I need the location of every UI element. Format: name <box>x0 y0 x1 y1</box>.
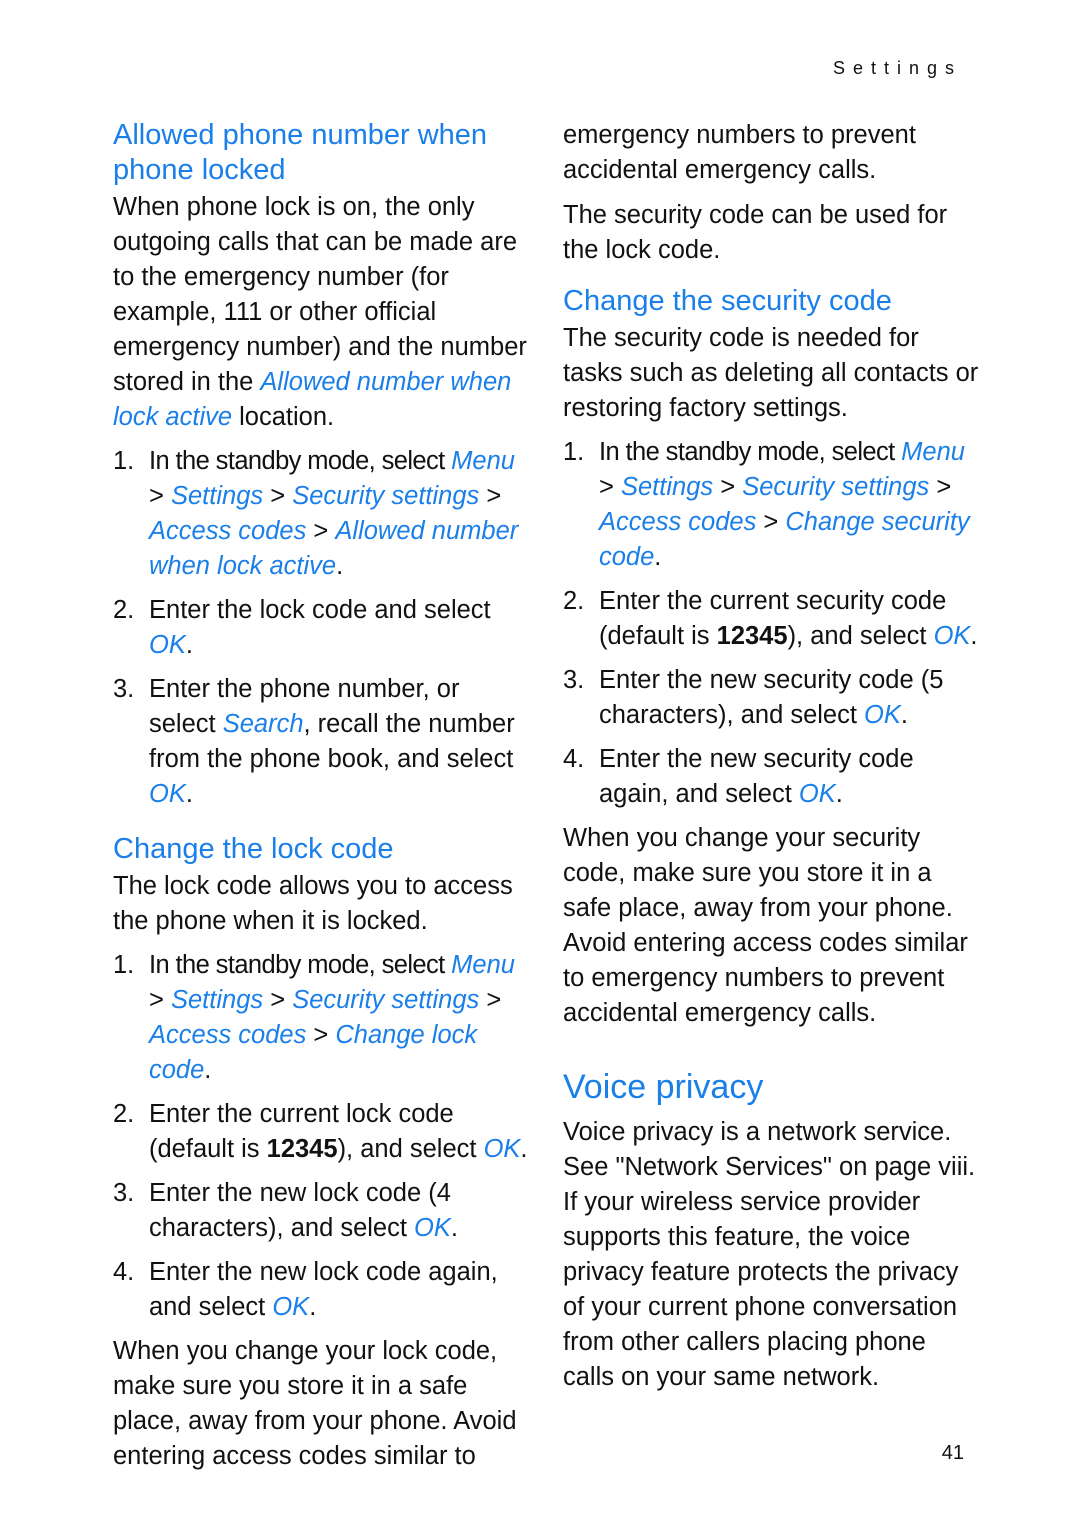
default-code: 12345 <box>266 1135 338 1163</box>
separator: > <box>756 508 786 536</box>
softkey-label: OK <box>798 780 836 808</box>
step: 4. Enter the new security code again, an… <box>563 742 983 812</box>
separator: > <box>306 1021 336 1049</box>
left-column: Allowed phone number when phone locked W… <box>113 118 533 1474</box>
menu-item: Settings <box>170 986 264 1014</box>
step-number: 2. <box>563 587 585 615</box>
lock-code-note: When you change your lock code, make sur… <box>113 1337 517 1470</box>
step: 4. Enter the new lock code again, and se… <box>113 1255 533 1325</box>
step-number: 3. <box>113 1179 135 1207</box>
separator: > <box>149 482 171 510</box>
menu-item: Security settings <box>292 986 480 1014</box>
continued-paragraph: emergency numbers to prevent accidental … <box>563 121 916 184</box>
menu-item: Access codes <box>149 517 307 545</box>
separator: > <box>263 482 293 510</box>
allowed-number-paragraph: When phone lock is on, the only outgoing… <box>113 190 533 435</box>
lock-code-intro: The lock code allows you to access the p… <box>113 872 513 935</box>
text: . <box>204 1056 212 1084</box>
text: In the standby mode, select <box>149 951 452 979</box>
text: . <box>185 780 193 808</box>
menu-item: Security settings <box>742 473 930 501</box>
separator: > <box>479 482 502 510</box>
text: In the standby mode, select <box>149 447 452 475</box>
step: 1. In the standby mode, select Menu > Se… <box>563 435 983 575</box>
lock-code-steps: 1. In the standby mode, select Menu > Se… <box>113 948 533 1325</box>
text: . <box>450 1214 458 1242</box>
section-heading-change-security-code: Change the security code <box>563 285 892 317</box>
menu-item: Settings <box>170 482 264 510</box>
section-heading-change-lock-code: Change the lock code <box>113 833 394 865</box>
menu-item: Menu <box>451 951 515 979</box>
text: In the standby mode, select <box>599 438 902 466</box>
text: ), and select <box>337 1135 484 1163</box>
softkey-label: OK <box>414 1214 451 1242</box>
security-code-intro: The security code is needed for tasks su… <box>563 324 979 422</box>
text: When phone lock is on, the only outgoing… <box>113 193 527 396</box>
step: 2. Enter the current lock code (default … <box>113 1097 533 1167</box>
softkey-label: OK <box>272 1293 310 1321</box>
step: 1. In the standby mode, select Menu > Se… <box>113 444 533 584</box>
step: 2. Enter the current security code (defa… <box>563 584 983 654</box>
step: 1. In the standby mode, select Menu > Se… <box>113 948 533 1088</box>
security-code-note: When you change your security code, make… <box>563 824 968 1027</box>
section-heading-voice-privacy: Voice privacy <box>563 1068 764 1106</box>
default-code: 12345 <box>716 622 788 650</box>
menu-item: Settings <box>620 473 714 501</box>
separator: > <box>713 473 743 501</box>
text: . <box>520 1135 528 1163</box>
separator: > <box>599 473 621 501</box>
menu-item: Access codes <box>149 1021 307 1049</box>
text: . <box>835 780 843 808</box>
step: 3. Enter the new security code (5 charac… <box>563 663 983 733</box>
text: location. <box>232 403 335 431</box>
separator: > <box>929 473 952 501</box>
section-heading-allowed-number: Allowed phone number when phone locked <box>113 119 488 186</box>
text: Enter the new lock code again, and selec… <box>149 1258 498 1321</box>
text: . <box>309 1293 317 1321</box>
step: 3. Enter the new lock code (4 characters… <box>113 1176 533 1246</box>
step-number: 4. <box>563 745 585 773</box>
separator: > <box>479 986 502 1014</box>
softkey-label: OK <box>864 701 901 729</box>
separator: > <box>149 986 171 1014</box>
text: . <box>970 622 978 650</box>
text: . <box>336 552 344 580</box>
menu-item: Access codes <box>599 508 757 536</box>
menu-item: Menu <box>901 438 965 466</box>
step-number: 3. <box>563 666 585 694</box>
step: 2. Enter the lock code and select OK. <box>113 593 533 663</box>
step-number: 1. <box>113 951 135 979</box>
text: . <box>900 701 908 729</box>
softkey-label: OK <box>149 631 186 659</box>
security-code-lock-paragraph: The security code can be used for the lo… <box>563 201 948 264</box>
text: Enter the new lock code (4 characters), … <box>149 1179 451 1242</box>
step-number: 1. <box>563 438 585 466</box>
softkey-label: OK <box>933 622 971 650</box>
separator: > <box>306 517 336 545</box>
text: ), and select <box>787 622 934 650</box>
page-number: 41 <box>941 1442 964 1464</box>
voice-privacy-body: Voice privacy is a network service. See … <box>563 1118 976 1391</box>
menu-item: Menu <box>451 447 515 475</box>
softkey-label: OK <box>483 1135 521 1163</box>
menu-item: Security settings <box>292 482 480 510</box>
separator: > <box>263 986 293 1014</box>
text: Enter the new security code again, and s… <box>599 745 914 808</box>
text: . <box>654 543 662 571</box>
softkey-label: Search <box>222 710 304 738</box>
softkey-label: OK <box>149 780 186 808</box>
step-number: 4. <box>113 1258 135 1286</box>
running-header: Settings <box>832 58 962 78</box>
step-number: 2. <box>113 1100 135 1128</box>
security-code-steps: 1. In the standby mode, select Menu > Se… <box>563 435 983 812</box>
allowed-number-steps: 1. In the standby mode, select Menu > Se… <box>113 444 533 812</box>
text: Enter the lock code and select <box>149 596 491 624</box>
step-number: 3. <box>113 675 135 703</box>
step-number: 1. <box>113 447 135 475</box>
right-column: emergency numbers to prevent accidental … <box>563 118 983 1395</box>
step: 3. Enter the phone number, or select Sea… <box>113 672 533 812</box>
step-number: 2. <box>113 596 135 624</box>
text: . <box>185 631 193 659</box>
